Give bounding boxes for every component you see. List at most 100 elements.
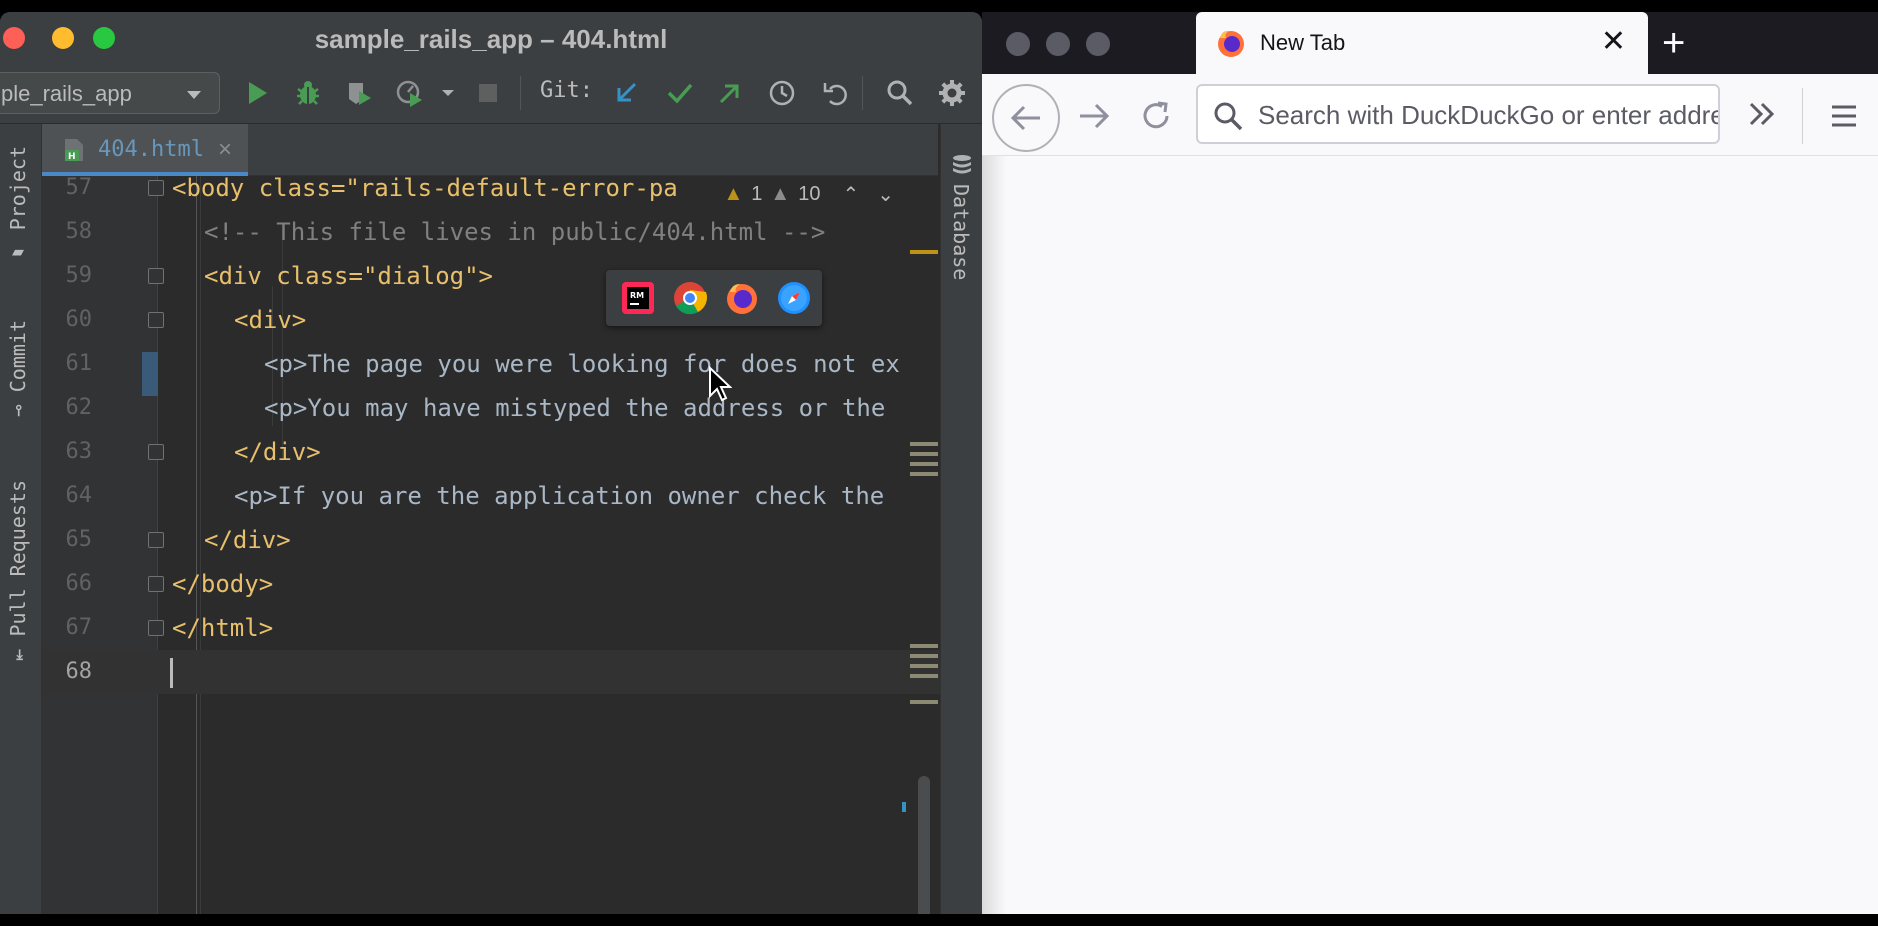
git-push-icon[interactable] (716, 79, 744, 107)
menu-button[interactable] (1822, 94, 1866, 138)
commit-icon: ⊸ (6, 392, 30, 417)
mouse-cursor-icon (708, 365, 733, 407)
fold-marker-icon[interactable] (148, 312, 164, 328)
toolbar-divider (1802, 88, 1803, 144)
back-button[interactable] (992, 84, 1060, 152)
ide-toolbar: ple_rails_app Git: (0, 62, 982, 124)
line-64: 64 <p>If you are the application owner c… (42, 474, 940, 518)
error-stripe-mark[interactable] (910, 674, 938, 678)
code-line: </body> (172, 570, 274, 598)
minimize-window-button[interactable] (1046, 32, 1070, 56)
line-67: 67 </html> (42, 606, 940, 650)
folder-icon: ▰ (6, 230, 30, 267)
vertical-scrollbar[interactable] (918, 776, 930, 914)
line-61: 61 <p>The page you were looking for does… (42, 342, 940, 386)
browser-content-area[interactable] (982, 156, 1878, 914)
toolbar-divider (862, 76, 863, 110)
safari-icon[interactable] (776, 280, 812, 316)
chrome-icon[interactable] (672, 280, 708, 316)
url-input[interactable] (1258, 96, 1718, 134)
error-stripe-mark[interactable] (910, 654, 938, 658)
html-file-icon: H (65, 139, 83, 162)
weak-warning-count: 10 (798, 183, 821, 205)
line-58: 58 <!-- This file lives in public/404.ht… (42, 210, 940, 254)
error-stripe-mark[interactable] (910, 472, 938, 476)
fold-marker-icon[interactable] (148, 444, 164, 460)
caret-stripe-mark (902, 802, 906, 812)
overflow-button[interactable] (1742, 94, 1782, 134)
inspection-widget[interactable]: ▲ 1 ▲ 10 ⌃ ⌄ (717, 182, 900, 207)
new-tab-button[interactable]: + (1662, 20, 1685, 66)
code-line: <p>You may have mistyped the address or … (264, 394, 886, 422)
window-shadow (982, 156, 1006, 914)
back-icon (1010, 105, 1040, 131)
code-line: <!-- This file lives in public/404.html … (204, 218, 826, 246)
code-editor[interactable]: 57 <body class="rails-default-error-pa 5… (42, 174, 940, 914)
firefox-icon (1218, 30, 1244, 57)
rollback-icon[interactable] (822, 79, 850, 107)
close-tab-icon[interactable]: ✕ (1601, 24, 1626, 59)
error-stripe-mark[interactable] (910, 664, 938, 668)
git-commit-icon[interactable] (666, 79, 694, 107)
pull-requests-tool-tab[interactable]: ⇤ Pull Requests (6, 480, 30, 661)
line-63: 63 </div> (42, 430, 940, 474)
browser-tab-strip: New Tab ✕ + (982, 12, 1878, 74)
line-68: 68 (42, 650, 940, 694)
history-icon[interactable] (768, 79, 796, 107)
browser-tab-new-tab[interactable]: New Tab ✕ (1196, 12, 1648, 74)
rubymine-icon[interactable]: RM (620, 280, 656, 316)
fold-marker-icon[interactable] (148, 576, 164, 592)
profile-icon[interactable] (396, 79, 424, 107)
close-tab-icon[interactable]: × (218, 136, 232, 164)
search-icon[interactable] (886, 79, 914, 107)
line-number: 58 (65, 219, 93, 244)
coverage-icon[interactable] (346, 79, 374, 107)
error-stripe-mark[interactable] (910, 442, 938, 446)
stop-icon[interactable] (474, 79, 502, 107)
fold-marker-icon[interactable] (148, 532, 164, 548)
code-line: </div> (234, 438, 321, 466)
chevron-down-icon[interactable]: ⌄ (877, 182, 894, 207)
pull-requests-tab-label: Pull Requests (6, 480, 30, 637)
chevron-down-icon (187, 91, 201, 99)
code-line: <div class="dialog"> (204, 262, 493, 290)
window-title: sample_rails_app – 404.html (314, 24, 668, 54)
error-stripe-mark[interactable] (910, 700, 938, 704)
run-icon[interactable] (244, 79, 272, 107)
tab-filename: 404.html (98, 137, 204, 162)
error-stripe-mark[interactable] (910, 462, 938, 466)
error-stripe-mark[interactable] (910, 644, 938, 648)
line-number: 66 (65, 571, 93, 596)
reload-button[interactable] (1134, 94, 1178, 138)
chevron-down-icon[interactable] (434, 79, 462, 107)
git-label: Git: (540, 78, 593, 103)
menu-icon (1832, 105, 1856, 127)
line-number: 62 (65, 395, 93, 420)
browser-window: New Tab ✕ + (982, 12, 1878, 914)
fold-marker-icon[interactable] (148, 268, 164, 284)
line-62: 62 <p>You may have mistyped the address … (42, 386, 940, 430)
commit-tool-tab[interactable]: ⊸ Commit (6, 320, 30, 416)
error-stripe-mark[interactable] (910, 250, 938, 254)
tab-title: New Tab (1260, 30, 1346, 55)
forward-button[interactable] (1074, 96, 1114, 136)
chevron-up-icon[interactable]: ⌃ (842, 182, 859, 207)
error-stripe-mark[interactable] (910, 452, 938, 456)
forward-icon (1080, 103, 1110, 129)
line-number: 65 (65, 527, 93, 552)
fold-marker-icon[interactable] (148, 180, 164, 196)
git-update-icon[interactable] (612, 79, 640, 107)
fold-marker-icon[interactable] (148, 620, 164, 636)
gear-icon[interactable] (938, 79, 966, 107)
text-caret (170, 658, 173, 688)
firefox-icon[interactable] (724, 280, 760, 316)
zoom-window-button[interactable] (1086, 32, 1110, 56)
overflow-icon (1749, 102, 1775, 126)
project-tool-tab[interactable]: ▰ Project (6, 146, 30, 266)
svg-text:H: H (68, 152, 76, 162)
url-bar[interactable] (1196, 84, 1720, 144)
debug-icon[interactable] (294, 79, 322, 107)
close-window-button[interactable] (1006, 32, 1030, 56)
run-configuration-select[interactable]: ple_rails_app (0, 72, 220, 114)
